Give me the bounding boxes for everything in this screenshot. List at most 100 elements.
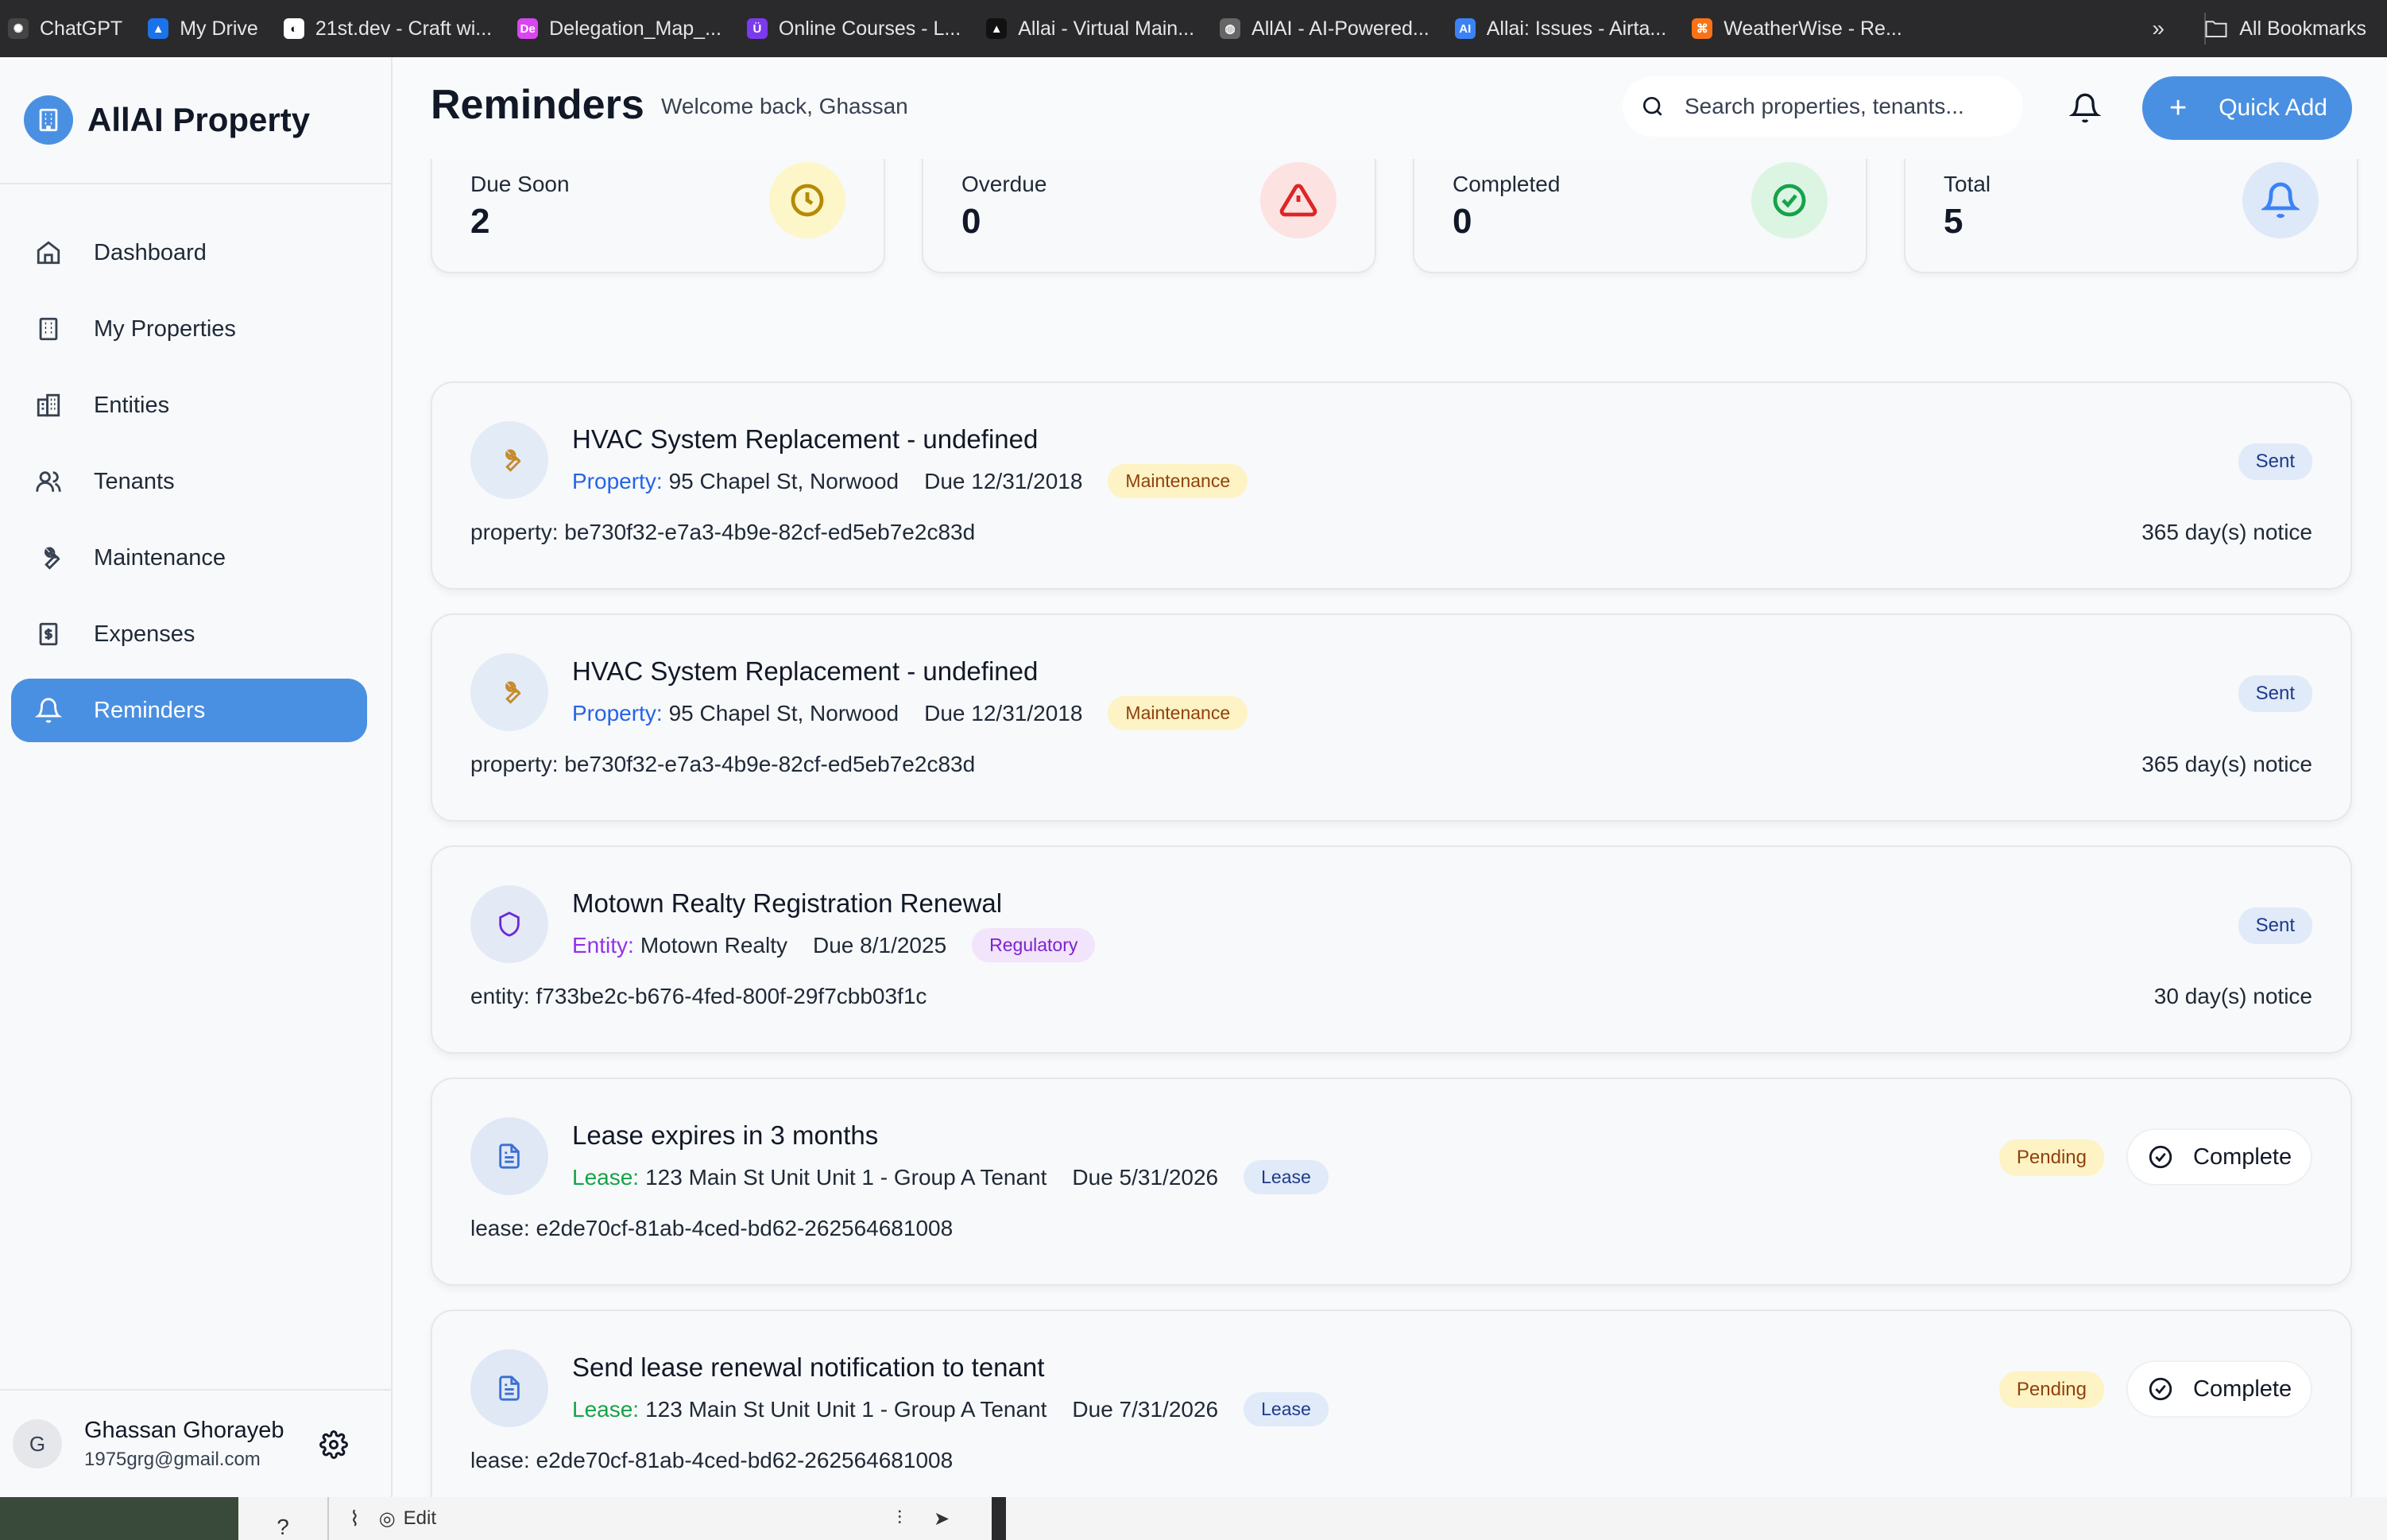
shield-icon <box>470 885 548 963</box>
reminder-notice: 30 day(s) notice <box>2153 984 2312 1008</box>
edit-icon[interactable]: ◎ <box>379 1507 396 1530</box>
reminder-reference-id: entity: f733be2c-b676-4fed-800f-29f7cbb0… <box>470 984 927 1008</box>
notifications-bell-icon[interactable] <box>2069 92 2101 124</box>
check-circle-icon <box>2149 1377 2172 1401</box>
home-icon <box>37 241 60 265</box>
bookmark-item[interactable]: AI Allai: Issues - Airta... <box>1447 0 1674 57</box>
bookmark-label: WeatherWise - Re... <box>1724 17 1902 40</box>
clock-icon <box>769 162 845 238</box>
reminder-link-value[interactable]: 123 Main St Unit Unit 1 - Group A Tenant <box>645 1397 1046 1422</box>
edit-label[interactable]: Edit <box>404 1507 436 1530</box>
bookmark-label: Online Courses - L... <box>778 17 961 40</box>
quick-add-button[interactable]: + Quick Add <box>2142 76 2352 140</box>
reminder-type-badge: Lease <box>1244 1160 1329 1194</box>
stat-value: 5 <box>1944 202 1963 241</box>
reminder-card[interactable]: HVAC System Replacement - undefined Prope… <box>431 613 2352 822</box>
plus-icon: + <box>2169 91 2188 125</box>
reminder-card[interactable]: HVAC System Replacement - undefined Prope… <box>431 381 2352 590</box>
users-icon <box>36 471 61 492</box>
sidebar-item-label: Reminders <box>94 697 206 723</box>
reminder-link-label[interactable]: Lease: <box>572 1165 639 1190</box>
bookmark-item[interactable]: ⌘ WeatherWise - Re... <box>1684 0 1910 57</box>
reminder-title: Lease expires in 3 months <box>572 1120 879 1150</box>
bookmark-favicon-icon: ▲ <box>148 18 169 39</box>
stat-label: Total <box>1944 172 1991 196</box>
welcome-text: Welcome back, Ghassan <box>661 94 908 118</box>
stat-card-total: Total 5 <box>1904 159 2358 273</box>
bookmark-favicon-icon: ◐ <box>283 18 304 39</box>
bookmark-label: Allai - Virtual Main... <box>1018 17 1195 40</box>
reminder-type-badge: Lease <box>1244 1392 1329 1426</box>
reminder-link-label[interactable]: Entity: <box>572 933 634 958</box>
wrench-icon <box>44 547 60 570</box>
bookmark-item[interactable]: ▲ My Drive <box>140 0 266 57</box>
sidebar-item-maintenance[interactable]: Maintenance <box>11 526 367 590</box>
reminder-type-badge: Regulatory <box>972 928 1096 962</box>
reminder-card[interactable]: Motown Realty Registration Renewal Entity… <box>431 845 2352 1054</box>
reminder-reference-id: property: be730f32-e7a3-4b9e-82cf-ed5eb7… <box>470 520 976 544</box>
sidebar-item-entities[interactable]: Entities <box>11 373 367 437</box>
stat-value: 0 <box>961 202 981 241</box>
sidebar-item-expenses[interactable]: Expenses <box>11 602 367 666</box>
all-bookmarks-button[interactable]: All Bookmarks <box>2204 0 2366 57</box>
help-button[interactable]: ? <box>238 1497 327 1540</box>
reminder-link-value[interactable]: 95 Chapel St, Norwood <box>669 701 899 726</box>
bookmark-item[interactable]: ✺ ChatGPT <box>0 0 130 57</box>
user-name: Ghassan Ghorayeb <box>84 1417 284 1443</box>
search-input[interactable] <box>1685 94 2002 119</box>
search-icon <box>1643 96 1662 116</box>
user-profile[interactable]: G Ghassan Ghorayeb 1975grg@gmail.com <box>0 1389 391 1497</box>
all-bookmarks-label: All Bookmarks <box>2239 17 2366 40</box>
sidebar-item-reminders[interactable]: Reminders <box>11 679 367 742</box>
sliders-icon[interactable]: ⫶ <box>897 1507 902 1530</box>
stat-value: 0 <box>1453 202 1472 241</box>
status-badge: Sent <box>2238 443 2312 480</box>
brand-name: AllAI Property <box>87 101 311 138</box>
sidebar-item-dashboard[interactable]: Dashboard <box>11 221 367 284</box>
bookmark-item[interactable]: ▲ Allai - Virtual Main... <box>978 0 1202 57</box>
gear-icon[interactable] <box>319 1430 348 1459</box>
wrench-icon <box>470 421 548 499</box>
bookmark-item[interactable]: Ü Online Courses - L... <box>739 0 969 57</box>
status-badge: Pending <box>1998 1140 2104 1176</box>
bookmark-favicon-icon: ✺ <box>8 18 29 39</box>
bookmark-item[interactable]: De Delegation_Map_... <box>509 0 729 57</box>
reminder-card[interactable]: Lease expires in 3 months Lease: 123 Main … <box>431 1078 2352 1286</box>
bell-icon <box>35 698 62 723</box>
reminder-link-value[interactable]: 123 Main St Unit Unit 1 - Group A Tenant <box>645 1165 1046 1190</box>
bookmark-label: ChatGPT <box>40 17 123 40</box>
app-window: AllAI Property Dashboard My Properties Ent… <box>0 57 2387 1497</box>
bookmark-item[interactable]: ◍ AllAI - AI-Powered... <box>1212 0 1437 57</box>
complete-button[interactable]: Complete <box>2126 1128 2312 1186</box>
sidebar-item-my-properties[interactable]: My Properties <box>11 297 367 361</box>
user-info: Ghassan Ghorayeb 1975grg@gmail.com <box>84 1418 284 1471</box>
search-bar[interactable] <box>1623 76 2023 137</box>
reminder-title: HVAC System Replacement - undefined <box>572 424 1039 454</box>
reminder-due-date: Due 8/1/2025 <box>813 932 947 958</box>
reminder-reference-id: property: be730f32-e7a3-4b9e-82cf-ed5eb7… <box>470 752 976 776</box>
reminder-link-value[interactable]: 95 Chapel St, Norwood <box>669 469 899 494</box>
reminder-link-label[interactable]: Lease: <box>572 1397 639 1422</box>
reminder-card[interactable]: Send lease renewal notification to tenan… <box>431 1310 2352 1497</box>
bookmark-item[interactable]: ◐ 21st.dev - Craft wi... <box>276 0 500 57</box>
bookmark-favicon-icon: ◍ <box>1220 18 1241 39</box>
building-icon <box>39 317 58 341</box>
entities-icon <box>37 393 60 417</box>
send-icon[interactable]: ➤ <box>934 1507 950 1530</box>
sidebar-item-tenants[interactable]: Tenants <box>11 450 367 513</box>
background-thumbnail <box>0 1497 238 1540</box>
bookmarks-overflow-button[interactable]: » <box>2152 0 2165 57</box>
reminder-link-label[interactable]: Property: <box>572 701 663 726</box>
background-composer: ⌇ ◎ Edit ⫶ ➤ <box>327 1497 992 1540</box>
complete-label: Complete <box>2193 1143 2292 1170</box>
reminder-link-label[interactable]: Property: <box>572 469 663 494</box>
complete-button[interactable]: Complete <box>2126 1360 2312 1418</box>
user-email: 1975grg@gmail.com <box>84 1448 261 1470</box>
folder-icon <box>2205 21 2227 37</box>
reminders-content: Due Soon 2 Overdue 0 Completed 0 Total 5 HVAC Sy… <box>393 159 2387 1497</box>
paperclip-icon[interactable]: ⌇ <box>350 1507 360 1531</box>
reminder-link-value[interactable]: Motown Realty <box>640 933 787 958</box>
reminder-reference-id: lease: e2de70cf-81ab-4ced-bd62-262564681… <box>470 1216 954 1240</box>
brand[interactable]: AllAI Property <box>0 57 391 184</box>
reminder-notice: 365 day(s) notice <box>2141 520 2312 544</box>
